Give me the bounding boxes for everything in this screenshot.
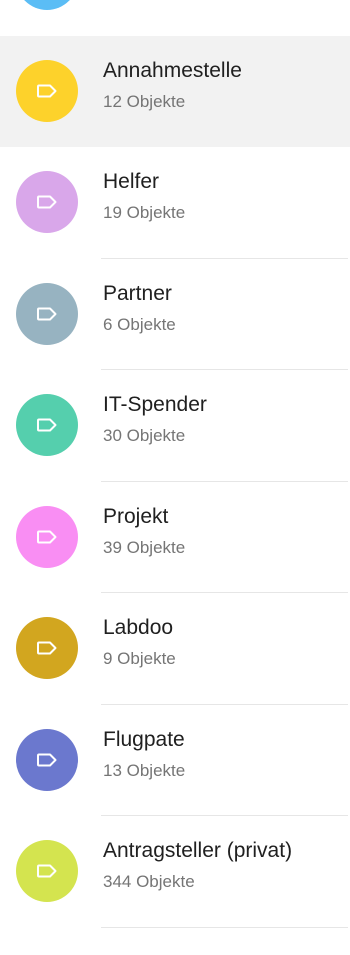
category-count: 344 Objekte [103,872,195,891]
tag-icon [37,641,57,655]
category-title: Flugpate [103,727,185,751]
category-row-8[interactable]: Flugpate 13 Objekte [0,705,350,816]
category-count: 6 Objekte [103,314,176,334]
tag-icon [37,753,57,766]
tag-icon [37,530,57,543]
tag-icon [37,307,57,320]
category-avatar [16,617,78,679]
category-row-1[interactable]: Hub 20 Objekte [0,0,350,36]
row-divider [101,926,348,928]
category-title: Annahmestelle [103,58,242,82]
category-avatar [16,282,78,345]
category-title: Labdoo [103,616,174,639]
category-avatar [16,840,78,902]
category-count: 20 Objekte [103,0,350,1]
category-title: IT-Spender [103,393,207,416]
tag-icon [37,864,57,878]
category-avatar [16,728,78,791]
tag-icon [37,418,57,432]
category-count: 39 Objekte [103,537,186,557]
category-avatar [16,0,78,10]
category-title: Antragsteller (privat) [103,839,293,862]
category-title: Partner [103,281,172,305]
category-row-4[interactable]: Partner 6 Objekte [0,259,350,370]
category-row-5[interactable]: IT-Spender 30 Objekte [0,370,350,482]
category-list: Hub 20 Objekte Annahmestelle 12 Objekte [0,0,350,928]
category-row-2[interactable]: Annahmestelle 12 Objekte [0,35,350,147]
tag-icon [37,195,57,209]
category-row-7[interactable]: Labdoo 9 Objekte [0,593,350,705]
category-count: 19 Objekte [103,203,186,222]
category-avatar [16,59,78,122]
category-avatar [16,171,78,233]
category-count: 12 Objekte [103,91,186,111]
category-avatar [16,505,78,568]
category-avatar [16,394,78,456]
category-count: 9 Objekte [103,649,176,668]
category-title: Helfer [103,170,160,193]
category-count: 13 Objekte [103,760,186,780]
category-row-6[interactable]: Projekt 39 Objekte [0,482,350,593]
category-row-3[interactable]: Helfer 19 Objekte [0,147,350,259]
tag-icon [37,84,57,97]
category-title: Projekt [103,504,169,528]
category-row-9[interactable]: Antragsteller (privat) 344 Objekte [0,816,350,928]
category-count: 30 Objekte [103,426,186,445]
